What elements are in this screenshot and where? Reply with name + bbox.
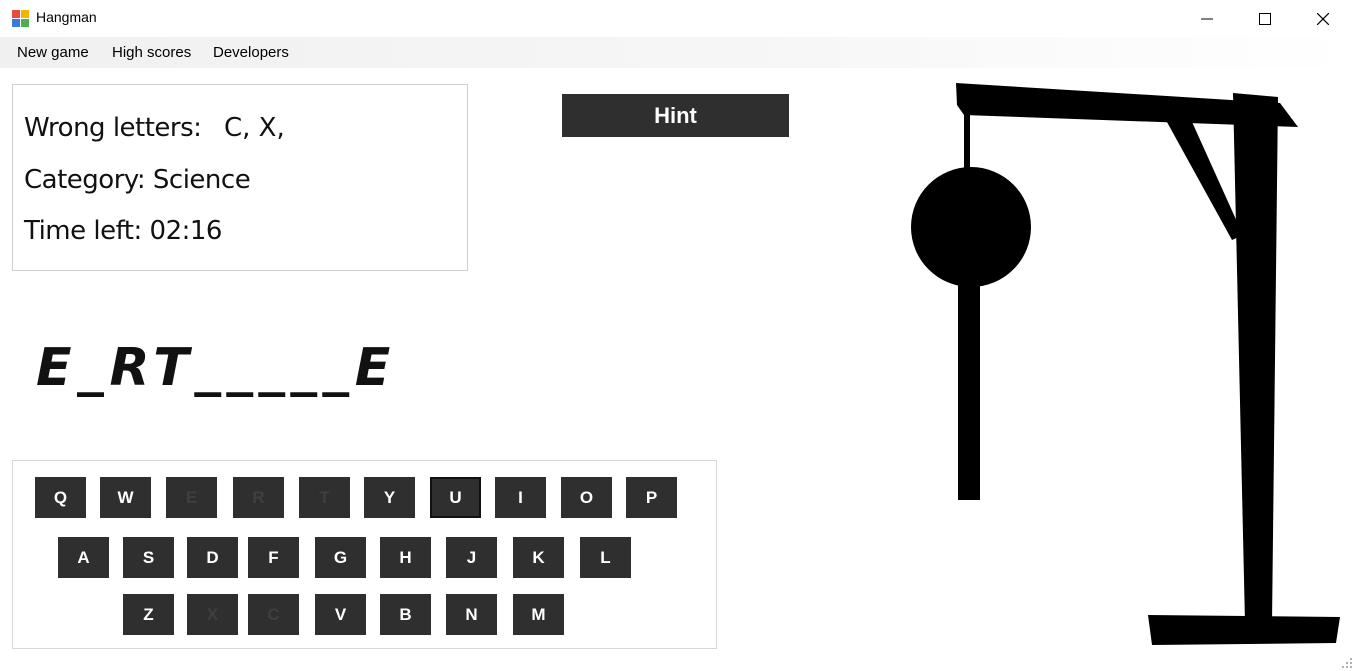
key-a[interactable]: A	[58, 537, 109, 578]
key-m[interactable]: M	[513, 594, 564, 635]
key-c: C	[248, 594, 299, 635]
hangman-head	[911, 167, 1031, 287]
menu-high-scores[interactable]: High scores	[112, 44, 191, 61]
key-n[interactable]: N	[446, 594, 497, 635]
key-s[interactable]: S	[123, 537, 174, 578]
time-left-label: Time left: 02:16	[24, 216, 222, 246]
key-t: T	[299, 477, 350, 518]
gallows-pole	[1233, 93, 1278, 623]
minimize-icon	[1201, 18, 1213, 19]
maximize-button[interactable]	[1236, 0, 1294, 37]
hint-button[interactable]: Hint	[562, 94, 789, 137]
key-w[interactable]: W	[100, 477, 151, 518]
letter-keyboard: Q W E R T Y U I O P A S D F G H J K L Z …	[12, 460, 717, 649]
key-h[interactable]: H	[380, 537, 431, 578]
key-v[interactable]: V	[315, 594, 366, 635]
wrong-letters-value: C, X,	[224, 113, 285, 143]
menu-new-game[interactable]: New game	[17, 44, 89, 61]
menu-bar: New game High scores Developers	[0, 37, 1355, 68]
key-p[interactable]: P	[626, 477, 677, 518]
window-title: Hangman	[36, 9, 97, 25]
key-l[interactable]: L	[580, 537, 631, 578]
key-d[interactable]: D	[187, 537, 238, 578]
category-label: Category: Science	[24, 165, 251, 195]
resize-grip-icon[interactable]	[1341, 657, 1353, 669]
menu-developers[interactable]: Developers	[213, 44, 289, 61]
key-e: E	[166, 477, 217, 518]
word-display: E_RT_____E	[36, 338, 397, 398]
key-b[interactable]: B	[380, 594, 431, 635]
app-window-icon	[12, 10, 29, 27]
key-x: X	[187, 594, 238, 635]
close-icon	[1317, 12, 1329, 25]
gallows-base	[1148, 615, 1340, 645]
key-q[interactable]: Q	[35, 477, 86, 518]
key-r: R	[233, 477, 284, 518]
gallows-rope	[964, 111, 970, 171]
key-j[interactable]: J	[446, 537, 497, 578]
key-o[interactable]: O	[561, 477, 612, 518]
key-y[interactable]: Y	[364, 477, 415, 518]
key-u[interactable]: U	[430, 477, 481, 518]
close-button[interactable]	[1294, 0, 1352, 37]
wrong-letters-label: Wrong letters:	[24, 113, 202, 143]
hangman-drawing	[911, 83, 1340, 645]
key-f[interactable]: F	[248, 537, 299, 578]
key-g[interactable]: G	[315, 537, 366, 578]
hangman-body	[958, 280, 980, 500]
key-k[interactable]: K	[513, 537, 564, 578]
info-panel: Wrong letters: C, X, Category: Science T…	[12, 84, 468, 271]
key-i[interactable]: I	[495, 477, 546, 518]
gallows-brace	[1162, 113, 1243, 240]
title-bar: Hangman	[0, 0, 1355, 37]
key-z[interactable]: Z	[123, 594, 174, 635]
minimize-button[interactable]	[1178, 0, 1236, 37]
maximize-icon	[1259, 12, 1271, 25]
